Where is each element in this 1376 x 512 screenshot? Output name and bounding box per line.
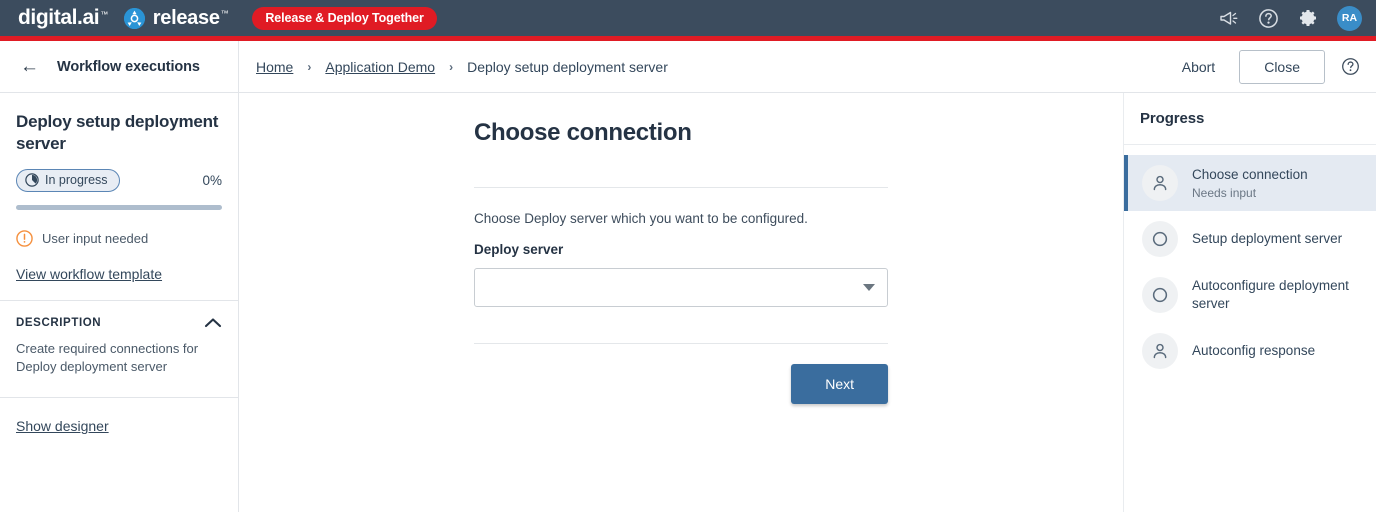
breadcrumb-item-current: Deploy setup deployment server bbox=[467, 58, 668, 75]
breadcrumb-item-application-demo[interactable]: Application Demo bbox=[325, 59, 435, 75]
user-input-needed-label: User input needed bbox=[42, 230, 149, 246]
arrow-left-icon: ← bbox=[20, 56, 39, 77]
top-bar-actions: RA bbox=[1217, 5, 1362, 31]
progress-panel: Progress Choose connection Needs input S… bbox=[1124, 93, 1376, 512]
progress-step-text: Setup deployment server bbox=[1192, 230, 1342, 248]
progress-step-autoconfig-response[interactable]: Autoconfig response bbox=[1124, 323, 1376, 379]
release-logo[interactable]: release ™ bbox=[123, 7, 229, 30]
status-row: In progress 0% bbox=[16, 168, 222, 192]
help-circle-icon[interactable] bbox=[1257, 7, 1279, 29]
release-logo-text: release bbox=[152, 6, 220, 29]
deploy-server-label: Deploy server bbox=[474, 242, 564, 257]
app-root: digital.ai ™ release ™ Release & Deploy … bbox=[0, 0, 1376, 512]
view-workflow-template-link[interactable]: View workflow template bbox=[16, 266, 162, 282]
user-icon bbox=[1142, 333, 1178, 370]
progress-panel-title: Progress bbox=[1140, 110, 1205, 127]
release-logo-text-wrap: release ™ bbox=[153, 7, 229, 30]
circle-icon bbox=[1142, 277, 1178, 314]
chevron-down-icon bbox=[863, 284, 875, 291]
left-panel: Deploy setup deployment server In progre… bbox=[0, 93, 239, 512]
progress-percent: 0% bbox=[202, 172, 222, 188]
circle-icon bbox=[1142, 221, 1178, 257]
release-trademark-mark: ™ bbox=[220, 8, 229, 18]
gear-icon[interactable] bbox=[1297, 7, 1319, 29]
progress-panel-header: Progress bbox=[1124, 93, 1376, 145]
status-badge-label: In progress bbox=[45, 172, 108, 187]
progress-step-text: Autoconfigure deployment server bbox=[1192, 277, 1362, 313]
progress-step-autoconfigure-deployment-server[interactable]: Autoconfigure deployment server bbox=[1124, 267, 1376, 323]
release-mark-icon bbox=[123, 7, 145, 29]
progress-step-setup-deployment-server[interactable]: Setup deployment server bbox=[1124, 211, 1376, 267]
form-title: Choose connection bbox=[474, 119, 692, 146]
deploy-server-select[interactable] bbox=[474, 268, 888, 307]
show-designer-link[interactable]: Show designer bbox=[16, 418, 109, 434]
form-divider-bottom bbox=[474, 343, 888, 344]
user-input-needed-notice: User input needed bbox=[16, 229, 222, 247]
digitalai-logo[interactable]: digital.ai ™ bbox=[18, 6, 108, 30]
chevron-right-icon: › bbox=[449, 59, 454, 74]
clock-icon bbox=[25, 172, 39, 187]
progress-step-status: Needs input bbox=[1192, 185, 1257, 200]
progress-step-text: Choose connection Needs input bbox=[1192, 166, 1308, 199]
progress-step-choose-connection[interactable]: Choose connection Needs input bbox=[1124, 155, 1376, 211]
left-panel-summary: Deploy setup deployment server In progre… bbox=[0, 93, 238, 300]
status-badge: In progress bbox=[16, 168, 120, 192]
back-label: Workflow executions bbox=[57, 58, 200, 75]
tagline-badge: Release & Deploy Together bbox=[252, 6, 437, 30]
progress-bar bbox=[16, 204, 222, 210]
main-content: Choose connection Choose Deploy server w… bbox=[239, 93, 1124, 512]
close-button[interactable]: Close bbox=[1239, 49, 1325, 84]
top-bar: digital.ai ™ release ™ Release & Deploy … bbox=[0, 0, 1376, 36]
form-actions: Next bbox=[474, 364, 888, 404]
progress-step-text: Autoconfig response bbox=[1192, 342, 1315, 360]
description-text: Create required connections for Deploy d… bbox=[16, 340, 199, 375]
next-button[interactable]: Next bbox=[791, 364, 888, 404]
progress-step-list: Choose connection Needs input Setup depl… bbox=[1124, 145, 1376, 379]
description-heading: DESCRIPTION bbox=[16, 316, 102, 329]
avatar[interactable]: RA bbox=[1337, 5, 1362, 31]
progress-step-label: Choose connection bbox=[1192, 167, 1308, 183]
progress-step-label: Autoconfigure deployment server bbox=[1192, 278, 1349, 312]
back-to-workflow-executions[interactable]: ← Workflow executions bbox=[0, 41, 239, 92]
progress-step-label: Autoconfig response bbox=[1192, 343, 1316, 359]
description-header[interactable]: DESCRIPTION bbox=[16, 317, 222, 329]
page-body: Deploy setup deployment server In progre… bbox=[0, 93, 1376, 512]
abort-button[interactable]: Abort bbox=[1174, 53, 1223, 81]
connection-form: Choose connection Choose Deploy server w… bbox=[474, 93, 888, 404]
designer-section: Show designer bbox=[0, 398, 238, 456]
chevron-right-icon: › bbox=[307, 59, 312, 74]
page-title: Deploy setup deployment server bbox=[16, 112, 219, 153]
digitalai-logo-text: digital.ai bbox=[18, 6, 100, 29]
sub-header-actions: Abort Close bbox=[1174, 49, 1376, 84]
sub-header: ← Workflow executions Home › Application… bbox=[0, 41, 1376, 93]
chevron-up-icon[interactable] bbox=[204, 317, 222, 328]
alert-circle-icon bbox=[16, 229, 33, 247]
help-circle-icon[interactable] bbox=[1341, 57, 1360, 76]
megaphone-icon[interactable] bbox=[1217, 7, 1239, 29]
form-divider-top bbox=[474, 187, 888, 188]
trademark-mark: ™ bbox=[100, 10, 108, 19]
description-section: DESCRIPTION Create required connections … bbox=[0, 301, 238, 398]
form-description: Choose Deploy server which you want to b… bbox=[474, 211, 808, 226]
progress-step-label: Setup deployment server bbox=[1192, 230, 1343, 246]
breadcrumb: Home › Application Demo › Deploy setup d… bbox=[239, 59, 668, 75]
user-icon bbox=[1142, 165, 1178, 201]
breadcrumb-item-home[interactable]: Home bbox=[256, 59, 293, 75]
